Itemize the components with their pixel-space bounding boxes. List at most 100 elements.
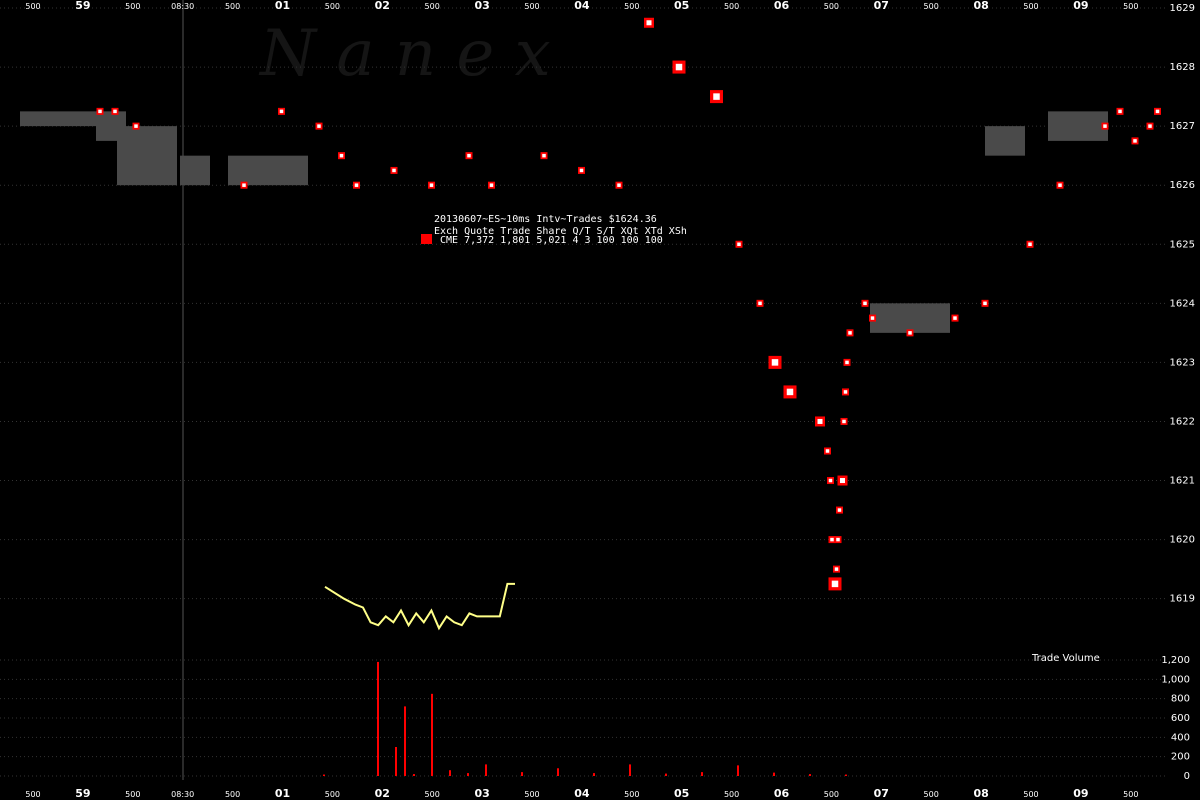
y-tick-price: 1623 [1170,357,1195,368]
trade-point [756,299,764,307]
trade-point-inner [279,109,284,114]
x-tick-bottom: 06 [774,787,790,800]
trade-point-inner [617,183,621,187]
trade-point-inner [1118,109,1122,114]
trade-point-inner [134,124,138,128]
trade-point-inner [840,478,845,484]
volume-bar [467,773,469,776]
chart-canvas: N a n e x 500 59 500 08:30 500 01 500 02 500 03 50… [0,0,1200,800]
trade-point [815,416,825,427]
volume-bar [404,706,406,776]
trade-point [843,358,851,366]
x-tick-bottom: 09 [1073,787,1088,800]
trade-point-inner [542,153,546,158]
y-tick-price: 1626 [1170,180,1195,191]
y-tick-price: 1625 [1170,239,1195,250]
x-tick-bottom: 500 [1023,790,1038,799]
y-tick-price: 1622 [1170,416,1195,427]
trade-point-inner [831,580,839,588]
x-tick-bottom: 04 [574,787,590,800]
x-tick-top: 500 [25,2,40,11]
trade-point-inner [429,183,434,187]
trade-point-inner [713,93,720,100]
trade-point [1056,181,1064,189]
trade-point-inner [863,301,867,306]
trade-point-inner [842,419,846,424]
x-tick-top: 500 [624,2,639,11]
y-tick-volume: 400 [1171,732,1190,743]
trade-point [132,122,140,130]
y-tick-price: 1628 [1170,62,1195,73]
trade-point [465,152,473,160]
volume-bar [809,774,811,776]
trade-point-inner [339,153,344,158]
volume-bar [701,772,703,776]
x-tick-top: 09 [1073,0,1088,12]
x-tick-top: 08:30 [171,2,194,11]
x-tick-bottom: 500 [524,790,539,799]
info-title: 20130607~ES~10ms Intv~Trades $1624.36 [434,214,657,225]
watermark: N a n e x [258,17,551,91]
volume-bar [377,661,379,776]
trade-point-inner [786,388,794,396]
x-tick-top: 03 [474,0,489,12]
x-tick-top: 500 [724,2,739,11]
x-tick-bottom: 02 [375,787,390,800]
trade-point-inner [837,508,842,512]
trade-point-inner [828,478,833,483]
y-tick-price: 1627 [1170,121,1195,132]
trade-point [315,122,323,130]
trade-point-inner [908,331,912,335]
y-tick-price: 1619 [1170,594,1195,605]
y-tick-volume: 1,200 [1161,655,1190,666]
volume-bar [629,764,631,776]
trade-point [390,166,398,174]
trade-point-inner [845,360,849,365]
trade-point-inner [646,20,652,26]
price-range-band [870,303,950,333]
x-tick-bottom: 500 [125,790,140,799]
volume-bar [593,773,595,776]
cme-swatch [421,234,432,244]
trade-point [833,565,840,573]
volume-bar [485,764,487,776]
price-range-band [228,155,308,186]
x-tick-bottom: 500 [25,790,40,799]
trade-point [488,181,495,189]
trade-point [861,299,869,307]
volume-bar [449,770,451,776]
volume-bar [521,772,523,776]
price-range-band [117,126,177,186]
y-tick-price: 1629 [1170,3,1195,14]
trade-point [1101,122,1109,130]
y-tick-volume: 1,000 [1161,674,1190,685]
price-range-band [20,111,100,127]
trade-point [840,417,848,425]
trade-point-inner [771,359,779,366]
trade-point [644,17,654,28]
x-tick-bottom: 500 [724,790,739,799]
y-tick-volume: 200 [1171,752,1190,763]
trade-point [834,536,842,544]
trade-point [951,314,959,322]
x-tick-top: 500 [325,2,340,11]
x-tick-top: 06 [774,0,790,12]
volume-bar [665,773,667,776]
trade-point-inner [737,242,741,247]
x-tick-bottom: 500 [225,790,240,799]
x-tick-bottom: 03 [474,787,489,800]
price-range-band [985,126,1025,156]
x-tick-top: 500 [924,2,939,11]
trade-point-inner [830,537,834,542]
trade-point [540,152,548,160]
trade-point-inner [467,153,471,158]
y-tick-volume: 800 [1171,694,1190,705]
trade-point [96,107,104,115]
y-tick-price: 1620 [1170,535,1195,546]
trade-point-inner [843,390,848,394]
trade-point [735,240,743,248]
trade-point-inner [489,183,494,187]
trade-point [278,107,285,115]
trade-point [1116,107,1124,115]
trade-point-inner [758,301,762,306]
